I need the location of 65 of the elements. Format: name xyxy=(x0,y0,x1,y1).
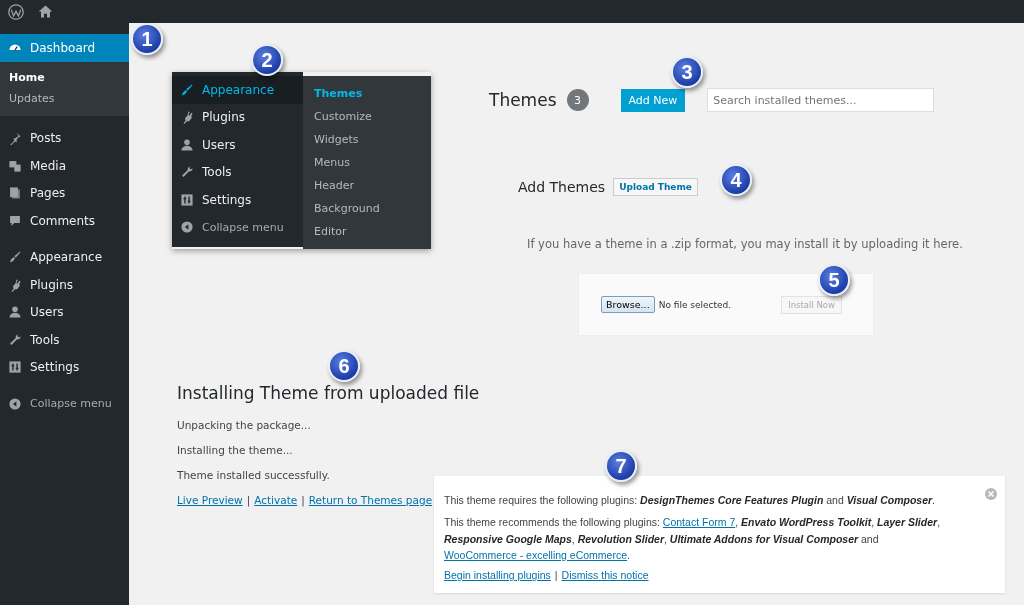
logo-icon[interactable] xyxy=(8,3,24,20)
menu-item[interactable]: Dashboard xyxy=(0,34,129,62)
menu-item[interactable]: Users xyxy=(172,131,303,159)
action-link[interactable]: Live Preview xyxy=(177,494,243,506)
status-line: Theme installed successfully. xyxy=(177,469,331,481)
link-separator: | xyxy=(246,494,251,506)
comment-icon xyxy=(8,213,22,228)
menu-item[interactable]: Settings xyxy=(172,186,303,214)
pin-icon xyxy=(8,131,22,146)
menu-item[interactable]: Appearance xyxy=(172,76,303,104)
wrench-icon xyxy=(180,165,194,180)
user-icon xyxy=(8,305,22,320)
menu-item[interactable]: Users xyxy=(0,298,129,326)
notice-text: This theme requires the following plugins: DesignThemes Core Features Plugin and Visual Composer. xyxy=(444,493,936,508)
brush-icon xyxy=(180,82,194,97)
home-icon[interactable] xyxy=(38,4,53,19)
submenu-item[interactable]: Customize xyxy=(303,105,431,128)
settings-icon xyxy=(8,360,22,375)
collapse-menu-button[interactable]: Collapse menu xyxy=(0,390,129,418)
menu-item[interactable]: Tools xyxy=(172,158,303,186)
submenu-item[interactable]: Menus xyxy=(303,151,431,174)
status-line: Unpacking the package... xyxy=(177,419,312,431)
submenu-item[interactable]: Themes xyxy=(303,82,431,105)
collapse-icon xyxy=(180,220,194,235)
menu-item[interactable]: Plugins xyxy=(0,271,129,299)
menu-item[interactable]: Pages xyxy=(0,179,129,207)
link-separator: | xyxy=(554,569,558,582)
submenu-item[interactable]: Header xyxy=(303,174,431,197)
search-field[interactable]: Search installed themes... xyxy=(707,88,935,112)
count-badge: 3 xyxy=(566,89,589,111)
brush-icon xyxy=(8,250,22,265)
notice-link[interactable]: Dismiss this notice xyxy=(561,569,649,582)
link-separator: | xyxy=(301,494,305,506)
action-link[interactable]: Return to Themes page xyxy=(308,494,433,506)
collapse-menu-button[interactable]: Collapse menu xyxy=(172,213,303,241)
user-icon xyxy=(180,137,194,152)
settings-icon xyxy=(180,192,194,207)
menu-item[interactable]: Posts xyxy=(0,124,129,152)
upload-theme-button[interactable]: Upload Theme xyxy=(613,178,698,196)
page-title: Themes xyxy=(489,90,557,110)
upload-hint: If you have a theme in a .zip format, you may install it by uploading it here. xyxy=(527,237,963,251)
menu-item[interactable]: Settings xyxy=(0,353,129,381)
notice-text: This theme recommends the following plugins: Contact Form 7, Envato WordPress Toolkit, Layer Slider, Responsive Google Maps, Revolution Slider, Ultimate Addons for Visual Composer and WooCommerce - excelling eCommerce. xyxy=(444,515,942,563)
browse-button[interactable]: Browse... xyxy=(601,296,655,313)
submenu-item[interactable]: Home xyxy=(0,66,129,88)
install-title: Installing Theme from uploaded file xyxy=(177,383,480,403)
pages-icon xyxy=(8,186,22,201)
menu-item[interactable]: Media xyxy=(0,152,129,180)
action-link[interactable]: Activate xyxy=(254,494,298,506)
media-icon xyxy=(8,158,22,173)
submenu-item[interactable]: Editor xyxy=(303,220,431,243)
menu-item[interactable]: Tools xyxy=(0,326,129,354)
submenu-item[interactable]: Updates xyxy=(0,87,129,109)
plugin-link[interactable]: Contact Form 7 xyxy=(662,516,736,529)
status-line: Installing the theme... xyxy=(177,444,294,456)
menu-item[interactable]: Appearance xyxy=(0,243,129,271)
section-title: Add Themes xyxy=(518,179,606,195)
file-status: No file selected. xyxy=(658,299,732,310)
menu-item[interactable]: Plugins xyxy=(172,103,303,131)
wrench-icon xyxy=(8,332,22,347)
collapse-icon xyxy=(8,396,22,411)
submenu-item[interactable]: Widgets xyxy=(303,128,431,151)
menu-item[interactable]: Comments xyxy=(0,207,129,235)
notice-link[interactable]: Begin installing plugins xyxy=(444,569,551,582)
submenu-item[interactable]: Background xyxy=(303,197,431,220)
